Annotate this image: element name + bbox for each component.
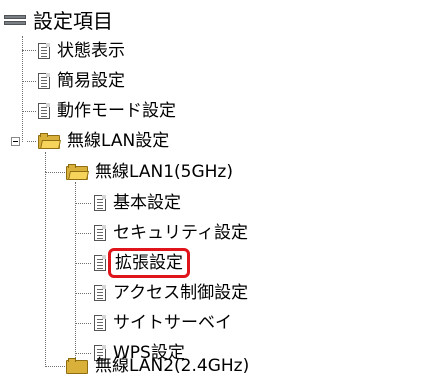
- document-icon: [94, 195, 106, 211]
- tree-item-label: サイトサーベイ: [113, 313, 232, 333]
- tree-item-label: 無線LAN1(5GHz): [95, 162, 233, 182]
- tree-item-label: 動作モード設定: [57, 101, 176, 121]
- tree-item-basic-settings[interactable]: 基本設定: [94, 188, 183, 218]
- tree-line: [22, 50, 36, 51]
- document-icon: [94, 225, 106, 241]
- tree-line: [22, 111, 36, 112]
- tree-root-label: 設定項目: [33, 9, 113, 33]
- tree-item-site-survey[interactable]: サイトサーベイ: [94, 308, 234, 338]
- tree-line: [75, 182, 76, 372]
- tree-item-status[interactable]: 状態表示: [38, 36, 127, 66]
- tree-line: [45, 172, 65, 173]
- tree-item-access-control[interactable]: アクセス制御設定: [94, 278, 250, 308]
- tree-root[interactable]: 設定項目: [4, 6, 115, 36]
- tree-line: [75, 293, 91, 294]
- tree-item-label: 基本設定: [113, 193, 181, 213]
- tree-item-wireless-lan[interactable]: 無線LAN設定: [38, 126, 171, 156]
- tree-item-label-highlighted: 拡張設定: [108, 248, 190, 278]
- tree-item-easy-setup[interactable]: 簡易設定: [38, 66, 127, 96]
- tree-item-label: 簡易設定: [57, 71, 125, 91]
- document-icon: [94, 315, 106, 331]
- tree-item-label: アクセス制御設定: [113, 283, 249, 303]
- tree-line: [22, 36, 23, 142]
- tree-item-wireless-lan2[interactable]: 無線LAN2(2.4GHz): [66, 351, 251, 381]
- folder-open-icon: [66, 164, 89, 180]
- folder-open-icon: [38, 133, 61, 149]
- tree-item-label: セキュリティ設定: [113, 223, 248, 243]
- document-icon: [38, 103, 50, 119]
- settings-tree: 設定項目 状態表示 簡易設定 動作モード設定 無線LAN設定 無線LAN1(5G…: [0, 0, 424, 376]
- tree-line: [27, 141, 36, 142]
- tree-line: [75, 323, 91, 324]
- tree-line: [75, 233, 91, 234]
- tree-line: [45, 366, 65, 367]
- tree-line: [75, 203, 91, 204]
- settings-tree-icon: [4, 13, 26, 29]
- tree-item-wireless-lan1[interactable]: 無線LAN1(5GHz): [66, 157, 235, 187]
- tree-item-security-settings[interactable]: セキュリティ設定: [94, 218, 250, 248]
- tree-item-label: 無線LAN2(2.4GHz): [95, 356, 250, 376]
- tree-line: [75, 263, 91, 264]
- tree-item-label: 無線LAN設定: [67, 131, 170, 151]
- document-icon: [94, 255, 106, 271]
- collapse-toggle[interactable]: [11, 137, 20, 146]
- tree-item-label: 状態表示: [57, 41, 125, 61]
- document-icon: [94, 285, 106, 301]
- tree-line: [45, 172, 46, 367]
- document-icon: [38, 43, 50, 59]
- document-icon: [38, 73, 50, 89]
- tree-item-operation-mode[interactable]: 動作モード設定: [38, 96, 178, 126]
- tree-line: [22, 81, 36, 82]
- tree-item-advanced-settings[interactable]: 拡張設定: [94, 248, 190, 278]
